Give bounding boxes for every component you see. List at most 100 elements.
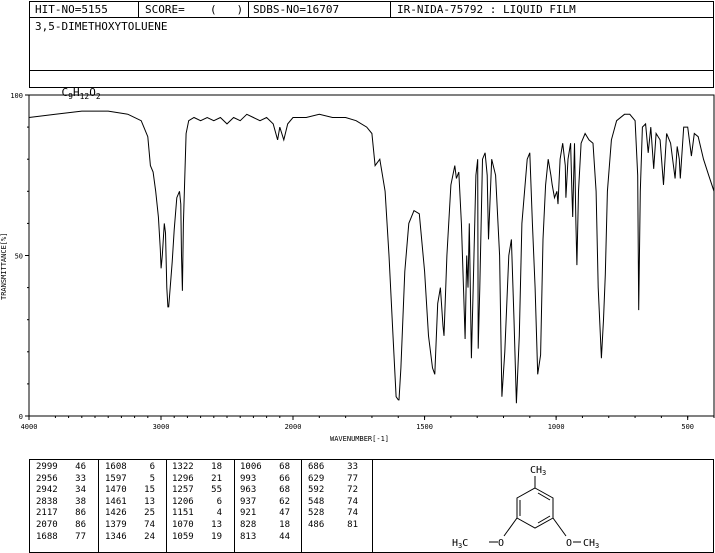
left-methoxy-label: H3C: [452, 538, 468, 550]
peak-row: 1296 21: [172, 474, 222, 486]
peak-transmittance: 74: [144, 519, 155, 530]
peak-row: 1470 15: [105, 485, 155, 497]
peak-transmittance: 74: [347, 496, 358, 507]
peak-transmittance: 86: [75, 508, 86, 519]
x-tick-label: 1500: [416, 423, 433, 431]
right-oxygen-label: O: [566, 538, 572, 549]
peak-wavenumber: 686: [308, 462, 325, 472]
peak-table: 2999 46 2956 33 2942 34 2838 38 2117 86 2070 86 1688…: [29, 459, 373, 553]
peak-transmittance: 34: [75, 485, 86, 496]
peak-wavenumber: 2956: [36, 473, 58, 484]
peak-row: 1597 5: [105, 474, 155, 486]
peak-wavenumber: 528: [308, 508, 325, 519]
right-oxygen-bond: [552, 517, 567, 537]
peak-row: 2117 86: [36, 508, 86, 520]
peak-transmittance: 66: [279, 473, 290, 484]
peak-wavenumber: 937: [240, 496, 257, 507]
peak-row: 828 18: [240, 520, 290, 532]
y-tick-label: 0: [19, 413, 23, 421]
peak-row: 592 72: [308, 485, 358, 497]
y-axis-label: TRANSMITTANCE[%]: [0, 233, 8, 300]
peak-row: 1257 55: [172, 485, 222, 497]
peak-wavenumber: 2117: [36, 508, 58, 519]
peak-row: 963 68: [240, 485, 290, 497]
peak-wavenumber: 1070: [172, 519, 194, 530]
peak-wavenumber: 1296: [172, 473, 194, 484]
peak-transmittance: 74: [347, 508, 358, 519]
peak-row: 2942 34: [36, 485, 86, 497]
peak-wavenumber: 1257: [172, 485, 194, 496]
peak-row: 1151 4: [172, 508, 222, 520]
peak-wavenumber: 1597: [105, 473, 127, 484]
peak-wavenumber: 1346: [105, 531, 127, 542]
peak-row: 1608 6: [105, 462, 155, 474]
x-tick-label: 3000: [153, 423, 170, 431]
peak-row: 1426 25: [105, 508, 155, 520]
peak-wavenumber: 828: [240, 519, 257, 530]
peak-wavenumber: 1470: [105, 485, 127, 496]
peak-row: 813 44: [240, 532, 290, 544]
peak-transmittance: 19: [211, 531, 222, 542]
peak-row: 486 81: [308, 520, 358, 532]
peak-wavenumber: 2838: [36, 496, 58, 507]
peak-wavenumber: 1688: [36, 531, 58, 542]
peak-row: 1070 13: [172, 520, 222, 532]
spectrum-line: [28, 110, 715, 404]
peak-row: 1379 74: [105, 520, 155, 532]
peak-transmittance: 21: [211, 473, 222, 484]
peak-transmittance: 18: [279, 519, 290, 530]
x-tick-label: 4000: [21, 423, 38, 431]
peak-wavenumber: 1426: [105, 508, 127, 519]
peak-transmittance: 24: [144, 531, 155, 542]
peak-transmittance: 6: [149, 462, 155, 472]
peak-transmittance: 5: [149, 473, 155, 484]
peak-wavenumber: 1006: [240, 462, 262, 472]
peak-row: 937 62: [240, 497, 290, 509]
peak-column-4: 1006 68 993 66 963 68 937 62 921 47 828 18 813 44: [240, 462, 290, 543]
peak-row: 548 74: [308, 497, 358, 509]
peak-wavenumber: 592: [308, 485, 325, 496]
peak-transmittance: 46: [75, 462, 86, 472]
peak-transmittance: 55: [211, 485, 222, 496]
peak-wavenumber: 813: [240, 531, 257, 542]
right-methoxy-label: CH3: [583, 538, 599, 550]
peak-transmittance: 72: [347, 485, 358, 496]
peak-column-1: 2999 46 2956 33 2942 34 2838 38 2117 86 2070 86 1688…: [36, 462, 86, 543]
peak-row: 1688 77: [36, 532, 86, 544]
peak-row: 686 33: [308, 462, 358, 474]
chemical-structure: CH3 H3C O O CH3: [452, 465, 599, 550]
peak-wavenumber: 921: [240, 508, 257, 519]
peak-transmittance: 18: [211, 462, 222, 472]
peak-row: 1206 6: [172, 497, 222, 509]
peak-transmittance: 4: [216, 508, 222, 519]
peak-wavenumber: 2942: [36, 485, 58, 496]
peak-row: 1322 18: [172, 462, 222, 474]
peak-row: 1059 19: [172, 532, 222, 544]
peak-wavenumber: 1206: [172, 496, 194, 507]
peak-row: 629 77: [308, 474, 358, 486]
peak-row: 1461 13: [105, 497, 155, 509]
peak-transmittance: 68: [279, 485, 290, 496]
peak-transmittance: 33: [347, 462, 358, 472]
peak-column-5: 686 33 629 77 592 72 548 74 528 74 486 81: [308, 462, 358, 543]
peak-wavenumber: 486: [308, 519, 325, 530]
peak-row: 993 66: [240, 474, 290, 486]
x-tick-label: 1000: [548, 423, 565, 431]
peak-transmittance: 81: [347, 519, 358, 530]
y-tick-label: 100: [10, 92, 23, 100]
peak-transmittance: 62: [279, 496, 290, 507]
x-axis-label: WAVENUMBER[-1]: [330, 435, 389, 443]
peak-column-2: 1608 6 1597 5 1470 15 1461 13 1426 25 1379 74 1346 24: [105, 462, 155, 543]
peak-row: 921 47: [240, 508, 290, 520]
peak-row: 2999 46: [36, 462, 86, 474]
peak-row: 2070 86: [36, 520, 86, 532]
peak-wavenumber: 1322: [172, 462, 194, 472]
peak-transmittance: 47: [279, 508, 290, 519]
peak-transmittance: 6: [216, 496, 222, 507]
benzene-ring: [516, 487, 554, 529]
ir-spectrum-chart: 4000 3000 2000 1500 1000 500 0 50 100 WAVENUMBER…: [0, 92, 715, 443]
peak-wavenumber: 2070: [36, 519, 58, 530]
peak-row: 528 74: [308, 508, 358, 520]
peak-row: 1346 24: [105, 532, 155, 544]
peak-transmittance: 13: [211, 519, 222, 530]
